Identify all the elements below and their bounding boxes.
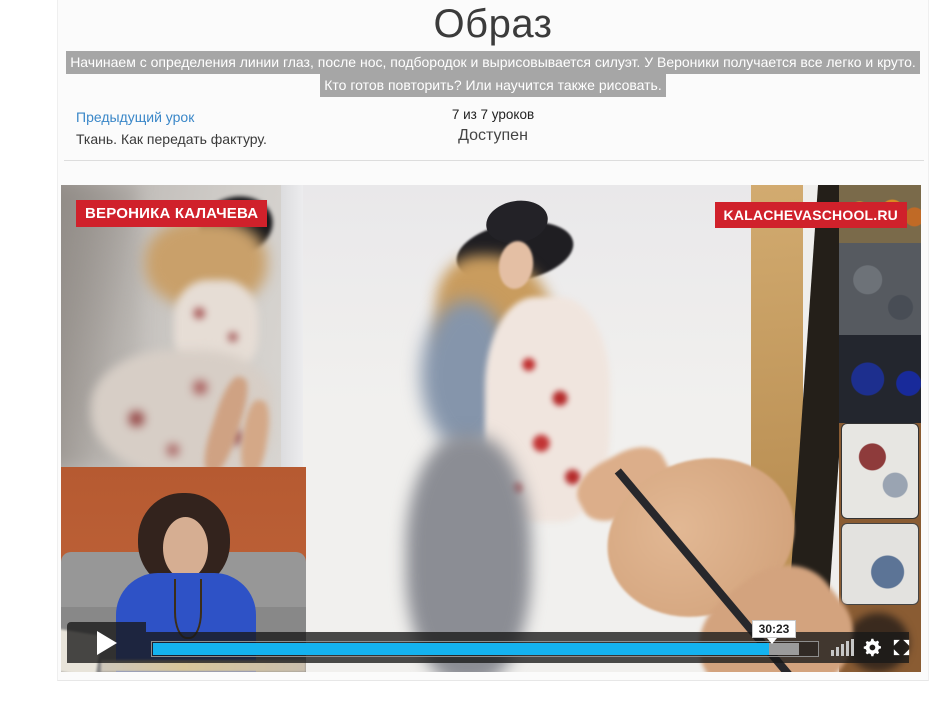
settings-gear-icon[interactable] [862, 637, 883, 658]
video-badge-author: ВЕРОНИКА КАЛАЧЕВА [76, 200, 267, 227]
lesson-counter: 7 из 7 уроков [58, 107, 928, 122]
lesson-content: Образ Начинаем с определения линии глаз,… [57, 0, 929, 681]
description-line-1: Начинаем с определения линии глаз, после… [66, 51, 920, 74]
photo-edge-strip [281, 185, 303, 467]
video-badge-site: KALACHEVASCHOOL.RU [715, 202, 907, 228]
time-tooltip-value: 30:23 [759, 622, 790, 636]
time-tooltip: 30:23 [752, 620, 796, 638]
play-button[interactable] [67, 622, 146, 663]
reference-photo [61, 185, 281, 467]
palette-mixing-dark [839, 243, 921, 335]
progress-handle[interactable] [769, 643, 799, 655]
palette-blue-pans [839, 335, 921, 423]
page: Образ Начинаем с определения линии глаз,… [0, 0, 952, 712]
progress-bar[interactable] [151, 641, 819, 657]
person-face [163, 517, 208, 579]
video-player[interactable]: ВЕРОНИКА КАЛАЧЕВА KALACHEVASCHOOL.RU [61, 185, 921, 672]
divider [64, 160, 924, 161]
play-icon [97, 631, 117, 655]
page-title: Образ [58, 2, 928, 46]
tooltip-pointer [767, 638, 777, 644]
lesson-description: Начинаем с определения линии глаз, после… [58, 51, 928, 97]
lesson-status: Доступен [58, 127, 928, 145]
fullscreen-icon[interactable] [893, 639, 910, 656]
description-line-2: Кто готов повторить? Или научится также … [320, 74, 666, 97]
lesson-progress-block: 7 из 7 уроков Доступен [58, 107, 928, 145]
necklace [174, 579, 202, 639]
volume-icon[interactable] [831, 639, 855, 656]
progress-fill [153, 643, 769, 655]
